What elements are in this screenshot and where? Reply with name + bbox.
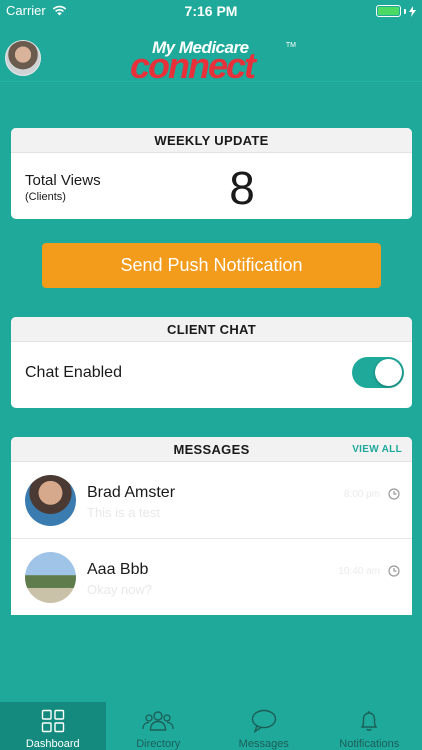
total-views-sublabel: (Clients) bbox=[25, 191, 66, 203]
tab-dashboard[interactable]: Dashboard bbox=[0, 702, 106, 750]
charging-icon bbox=[409, 5, 416, 17]
status-bar: Carrier 7:16 PM bbox=[0, 0, 422, 22]
grid-icon bbox=[41, 709, 64, 733]
logo-main-text: connect bbox=[130, 45, 256, 86]
message-row[interactable]: Aaa Bbb Okay now? 10:40 am bbox=[11, 539, 412, 615]
user-avatar[interactable] bbox=[5, 40, 41, 76]
app-header: My Medicare connect TM bbox=[0, 22, 422, 84]
message-time: 10:40 am bbox=[338, 566, 380, 577]
contact-avatar bbox=[25, 475, 76, 526]
message-preview: Okay now? bbox=[87, 582, 153, 597]
tab-messages[interactable]: Messages bbox=[211, 702, 317, 750]
message-row[interactable]: Brad Amster This is a test 8:00 pm bbox=[11, 462, 412, 539]
client-chat-title: CLIENT CHAT bbox=[11, 317, 412, 342]
people-icon bbox=[142, 711, 174, 731]
tab-notifications[interactable]: Notifications bbox=[317, 702, 422, 750]
contact-avatar bbox=[25, 552, 76, 603]
messages-header: MESSAGES VIEW ALL bbox=[11, 437, 412, 462]
clock-icon bbox=[388, 565, 400, 577]
total-views-label: Total Views bbox=[25, 172, 101, 189]
clock-time: 7:16 PM bbox=[184, 3, 238, 19]
view-all-link[interactable]: VIEW ALL bbox=[352, 437, 402, 462]
logo-trademark: TM bbox=[285, 42, 296, 49]
tab-label: Directory bbox=[136, 738, 181, 750]
weekly-update-card: WEEKLY UPDATE Total Views (Clients) 8 bbox=[11, 128, 412, 219]
tab-label: Dashboard bbox=[25, 738, 80, 750]
messages-title: MESSAGES bbox=[173, 442, 250, 457]
tab-label: Messages bbox=[238, 738, 289, 750]
send-push-notification-button[interactable]: Send Push Notification bbox=[42, 243, 381, 288]
bell-icon bbox=[360, 711, 378, 731]
toggle-knob bbox=[375, 359, 402, 386]
total-views-count: 8 bbox=[229, 162, 255, 214]
chat-enabled-toggle[interactable] bbox=[352, 357, 404, 388]
bottom-tab-bar: Dashboard Directory Messages Notificatio… bbox=[0, 702, 422, 750]
chat-bubble-icon bbox=[251, 709, 276, 733]
clock-icon bbox=[388, 488, 400, 500]
message-time: 8:00 pm bbox=[343, 489, 380, 500]
battery-icon bbox=[376, 5, 401, 17]
app-logo: My Medicare connect TM bbox=[128, 38, 296, 84]
client-chat-card: CLIENT CHAT Chat Enabled bbox=[11, 317, 412, 408]
weekly-update-title: WEEKLY UPDATE bbox=[11, 128, 412, 153]
chat-enabled-label: Chat Enabled bbox=[25, 364, 122, 381]
tab-directory[interactable]: Directory bbox=[106, 702, 212, 750]
messages-card: MESSAGES VIEW ALL Brad Amster This is a … bbox=[11, 437, 412, 615]
contact-name: Brad Amster bbox=[87, 484, 176, 501]
tab-label: Notifications bbox=[339, 738, 400, 750]
contact-name: Aaa Bbb bbox=[87, 561, 149, 578]
message-preview: This is a test bbox=[87, 505, 160, 520]
status-right bbox=[376, 5, 416, 17]
battery-tip bbox=[404, 8, 406, 14]
